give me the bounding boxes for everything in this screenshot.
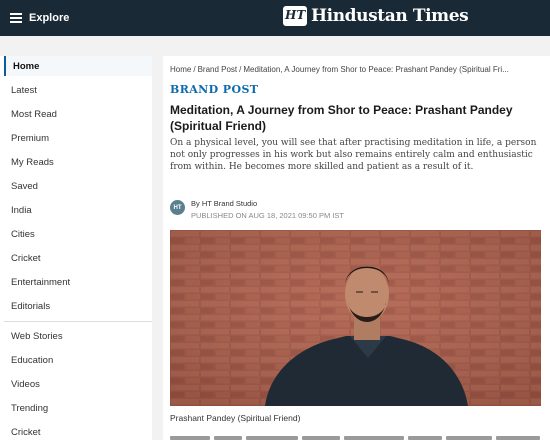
sidebar-item-my-reads[interactable]: My Reads: [4, 152, 152, 172]
sidebar-item-cities[interactable]: Cities: [4, 224, 152, 244]
breadcrumb-separator: /: [239, 65, 242, 74]
brand-name: Hindustan Times: [311, 6, 469, 26]
sidebar-item-videos[interactable]: Videos: [4, 374, 152, 394]
author-link[interactable]: By HT Brand Studio: [191, 199, 344, 208]
published-date: PUBLISHED ON AUG 18, 2021 09:50 PM IST: [191, 211, 344, 220]
sidebar-item-education[interactable]: Education: [4, 350, 152, 370]
sidebar-item-cricket-2[interactable]: Cricket: [4, 422, 152, 440]
breadcrumb: Home / Brand Post / Meditation, A Journey fr…: [170, 65, 540, 74]
sidebar-nav: Home Latest Most Read Premium My Reads S…: [0, 56, 152, 440]
photo-caption: Prashant Pandey (Spiritual Friend): [170, 413, 301, 423]
sidebar-item-entertainment[interactable]: Entertainment: [4, 272, 152, 292]
sidebar-item-india[interactable]: India: [4, 200, 152, 220]
sidebar-item-premium[interactable]: Premium: [4, 128, 152, 148]
sidebar-item-editorials[interactable]: Editorials: [4, 296, 152, 316]
article-title: Meditation, A Journey from Shor to Peace…: [170, 103, 513, 133]
section-label[interactable]: BRAND POST: [170, 83, 258, 96]
breadcrumb-brand-post[interactable]: Brand Post: [198, 65, 238, 74]
breadcrumb-home[interactable]: Home: [170, 65, 191, 74]
sidebar-item-trending[interactable]: Trending: [4, 398, 152, 418]
byline: HT By HT Brand Studio PUBLISHED ON AUG 1…: [170, 199, 344, 220]
breadcrumb-current: Meditation, A Journey from Shor to Peace…: [243, 65, 509, 74]
sidebar-item-most-read[interactable]: Most Read: [4, 104, 152, 124]
ht-studio-icon: HT: [170, 200, 185, 215]
top-header: Explore HT Hindustan Times: [0, 0, 550, 36]
sidebar-divider: [4, 321, 152, 322]
article-photo: [170, 230, 541, 406]
sidebar-item-cricket[interactable]: Cricket: [4, 248, 152, 268]
sidebar-item-home[interactable]: Home: [4, 56, 152, 76]
article-panel: Home / Brand Post / Meditation, A Journey fr…: [163, 56, 550, 440]
article-body-cutoff: [170, 436, 542, 440]
explore-label: Explore: [29, 12, 70, 24]
site-logo[interactable]: HT Hindustan Times: [283, 6, 469, 26]
sidebar-item-saved[interactable]: Saved: [4, 176, 152, 196]
explore-menu-button[interactable]: Explore: [10, 12, 69, 24]
breadcrumb-separator: /: [193, 65, 196, 74]
sidebar-item-latest[interactable]: Latest: [4, 80, 152, 100]
ht-logo-icon: HT: [283, 6, 307, 26]
sidebar-item-web-stories[interactable]: Web Stories: [4, 326, 152, 346]
hamburger-icon: [10, 13, 22, 23]
article-summary: On a physical level, you will see that a…: [170, 138, 537, 172]
